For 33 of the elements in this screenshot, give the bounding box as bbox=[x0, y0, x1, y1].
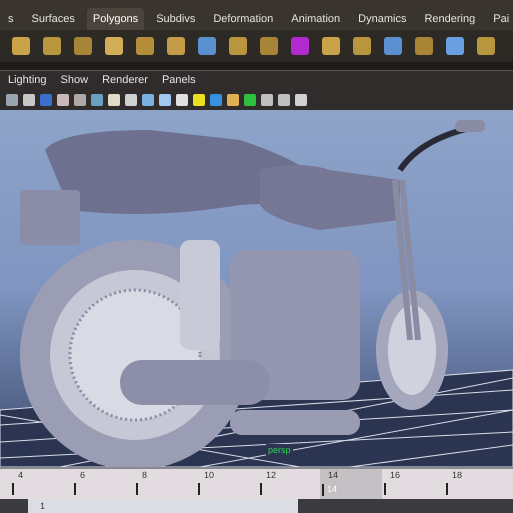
panel-menu-item[interactable]: Panels bbox=[162, 72, 196, 89]
shelf-tab[interactable]: Polygons bbox=[86, 8, 144, 30]
panel-menu-item[interactable]: Renderer bbox=[102, 72, 148, 89]
tick-label: 18 bbox=[451, 469, 464, 482]
shelf-tab[interactable]: Dynamics bbox=[352, 8, 412, 30]
current-frame: 14 bbox=[327, 482, 338, 496]
tick-label: 14 bbox=[327, 469, 340, 482]
tick-label: 10 bbox=[203, 469, 216, 482]
tick-mark bbox=[198, 482, 200, 494]
tick-label: 6 bbox=[79, 469, 86, 482]
tick-mark bbox=[322, 484, 324, 496]
shelf-tab[interactable]: Surfaces bbox=[26, 8, 81, 30]
range-field[interactable]: 1 bbox=[28, 499, 298, 513]
tick-mark bbox=[384, 482, 386, 494]
shelf-tab[interactable]: Subdivs bbox=[150, 8, 202, 30]
panel-menu-item[interactable]: Show bbox=[60, 72, 88, 89]
tick-mark bbox=[260, 482, 262, 494]
tick-mark bbox=[136, 482, 138, 494]
tick-label: 4 bbox=[17, 469, 24, 482]
tick-mark bbox=[12, 482, 14, 494]
shelf-tab[interactable]: Deformation bbox=[207, 8, 280, 30]
shelf-tab[interactable]: Rendering bbox=[418, 8, 482, 30]
tick-mark bbox=[74, 482, 76, 494]
time-slider[interactable]: 4 6 8 10 12 14 14 16 18 bbox=[0, 467, 513, 499]
panel-menu-item[interactable]: Lighting bbox=[8, 72, 47, 89]
tick-label: 12 bbox=[265, 469, 278, 482]
tick-label: 16 bbox=[389, 469, 402, 482]
tick-mark bbox=[446, 482, 448, 494]
shelf-tab[interactable]: Pai bbox=[487, 8, 513, 30]
camera-label: persp bbox=[266, 444, 293, 457]
shelf-tab[interactable]: Animation bbox=[285, 8, 346, 30]
tick-label: 8 bbox=[141, 469, 148, 482]
shelf-tab[interactable]: s bbox=[2, 8, 20, 30]
